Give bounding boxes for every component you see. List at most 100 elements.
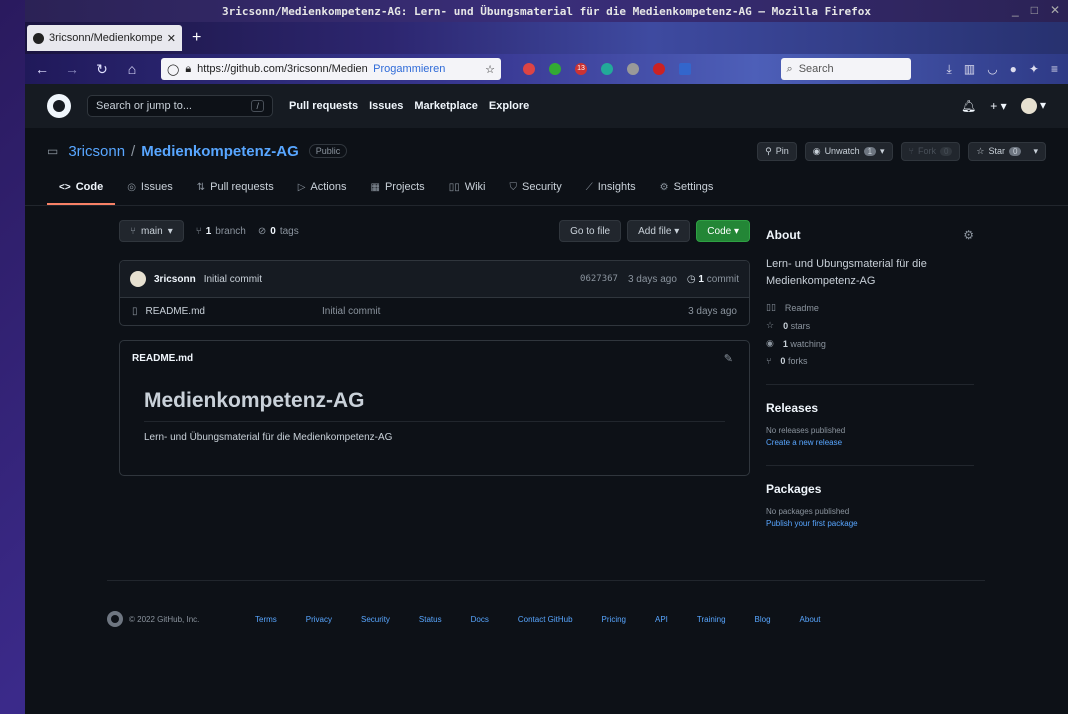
tags-link[interactable]: ⊘ 0 tags (258, 226, 299, 237)
ext-purple-icon[interactable]: ● (1010, 62, 1017, 77)
pocket-icon[interactable]: ◡ (987, 62, 997, 77)
close-window-icon[interactable]: ✕ (1050, 3, 1060, 17)
releases-title[interactable]: Releases (766, 401, 974, 415)
tab-wiki[interactable]: ▯▯ Wiki (437, 181, 498, 205)
table-row: ▯ README.md Initial commit 3 days ago (120, 297, 749, 325)
create-new-icon[interactable]: + ▾ (990, 99, 1006, 113)
eye-icon: ◉ (812, 145, 821, 156)
packages-title[interactable]: Packages (766, 482, 974, 496)
file-name-link[interactable]: README.md (146, 306, 205, 317)
footer-link-contact[interactable]: Contact GitHub (518, 615, 573, 624)
branches-link[interactable]: ⑂ 1 branch (196, 226, 246, 237)
pencil-icon[interactable]: ✎ (724, 352, 733, 365)
github-footer-logo-icon[interactable] (107, 611, 123, 627)
packages-none: No packages published (766, 507, 850, 516)
ext-green-icon[interactable] (549, 63, 561, 75)
bell-icon[interactable]: 🔔︎ (961, 99, 976, 113)
tab-insights[interactable]: ⟋ Insights (574, 181, 648, 205)
pin-button[interactable]: ⚲ Pin (757, 141, 797, 161)
home-icon[interactable]: ⌂ (121, 61, 143, 77)
go-to-file-button[interactable]: Go to file (559, 220, 622, 242)
repo-owner-link[interactable]: 3ricsonn (68, 143, 125, 160)
footer-link-privacy[interactable]: Privacy (306, 615, 332, 624)
search-bar[interactable]: ⌕ Search (780, 58, 911, 80)
footer-link-security[interactable]: Security (361, 615, 390, 624)
footer-link-docs[interactable]: Docs (471, 615, 489, 624)
branch-icon: ⑂ (130, 225, 136, 237)
footer-link-training[interactable]: Training (697, 615, 726, 624)
tab-label: Actions (310, 181, 347, 193)
bookmark-star-icon[interactable]: ☆ (485, 63, 495, 76)
close-tab-icon[interactable]: ✕ (167, 32, 176, 45)
ext-shield-icon[interactable] (653, 63, 665, 75)
unwatch-button[interactable]: ◉ Unwatch 1 ▾ (804, 141, 893, 161)
tab-settings[interactable]: ⚙ Settings (648, 181, 726, 205)
ext-teal-icon[interactable] (601, 63, 613, 75)
footer-link-about[interactable]: About (800, 615, 821, 624)
github-logo-icon[interactable] (47, 94, 71, 118)
star-outline-icon: ☆ (766, 320, 775, 330)
file-commit-message[interactable]: Initial commit (322, 306, 380, 317)
shield-icon[interactable]: ◯ (167, 63, 179, 76)
about-stats: ▯▯ Readme ☆ 0 stars ◉ 1 watching ⑂ 0 for… (766, 302, 974, 366)
ext-grey-icon[interactable] (627, 63, 639, 75)
tab-projects[interactable]: ▦ Projects (358, 181, 436, 205)
stars-link[interactable]: ☆ 0 stars (766, 320, 974, 331)
watching-link[interactable]: ◉ 1 watching (766, 338, 974, 349)
fork-count: 0 (939, 146, 953, 156)
menu-icon[interactable]: ≡ (1051, 62, 1058, 77)
about-settings-gear-icon[interactable]: ⚙ (963, 228, 974, 242)
nav-pull-requests[interactable]: Pull requests (289, 100, 358, 112)
user-menu[interactable]: ▾ (1020, 98, 1046, 114)
commit-sha[interactable]: 0627367 (580, 274, 618, 284)
footer-link-blog[interactable]: Blog (755, 615, 771, 624)
library-icon[interactable]: ▥ (964, 62, 975, 77)
ext-badge-icon[interactable]: 13 (575, 63, 587, 75)
lock-icon[interactable]: 🔒︎ (185, 63, 191, 76)
add-file-button[interactable]: Add file ▾ (627, 220, 691, 242)
nav-marketplace[interactable]: Marketplace (414, 100, 478, 112)
tab-security[interactable]: ⛉ Security (497, 181, 573, 205)
nav-explore[interactable]: Explore (489, 100, 529, 112)
footer-link-status[interactable]: Status (419, 615, 442, 624)
footer-link-api[interactable]: API (655, 615, 668, 624)
stars-count: 0 (783, 320, 789, 331)
create-release-link[interactable]: Create a new release (766, 438, 974, 447)
ext-blue-icon[interactable] (679, 63, 691, 75)
code-button[interactable]: Code ▾ (696, 220, 750, 242)
tab-issues[interactable]: ◎ Issues (115, 181, 185, 205)
github-search-input[interactable]: Search or jump to... / (87, 95, 273, 117)
footer-link-terms[interactable]: Terms (255, 615, 277, 624)
minimize-icon[interactable]: _ (1012, 3, 1019, 17)
ext-red-icon[interactable] (523, 63, 535, 75)
repo-name-link[interactable]: Medienkompetenz-AG (141, 143, 299, 160)
commit-message[interactable]: Initial commit (204, 274, 262, 285)
ext-puzzle-icon[interactable]: ✦ (1029, 62, 1039, 77)
branch-select-button[interactable]: ⑂ main ▾ (119, 220, 184, 242)
publish-package-link[interactable]: Publish your first package (766, 519, 974, 528)
back-icon[interactable]: ← (31, 61, 53, 77)
forks-link[interactable]: ⑂ 0 forks (766, 356, 974, 366)
commit-author[interactable]: 3ricsonn (154, 274, 196, 285)
tab-pull-requests[interactable]: ⇅ Pull requests (185, 181, 286, 205)
commit-count-label: commit (706, 273, 739, 285)
forward-icon[interactable]: → (61, 61, 83, 77)
reload-icon[interactable]: ↻ (91, 61, 113, 78)
nav-issues[interactable]: Issues (369, 100, 403, 112)
fork-button[interactable]: ⑂ Fork 0 (900, 141, 961, 161)
browser-tab[interactable]: 3ricsonn/Medienkompetenz ✕ (27, 25, 182, 51)
star-dropdown-icon[interactable]: ▾ (1033, 146, 1038, 157)
repo-tabs: <> Code ◎ Issues ⇅ Pull requests ▷ Actions ▦… (25, 174, 1068, 206)
maximize-icon[interactable]: □ (1031, 3, 1038, 17)
readme-link[interactable]: ▯▯ Readme (766, 302, 974, 313)
file-actions: Go to file Add file ▾ Code ▾ (559, 220, 750, 242)
history-link[interactable]: ◷ 1 commit (687, 274, 739, 285)
tab-code[interactable]: <> Code (47, 181, 116, 205)
readme-box: README.md ✎ Medienkompetenz-AG Lern- und… (119, 340, 750, 476)
tab-actions[interactable]: ▷ Actions (286, 181, 359, 205)
url-bar[interactable]: ◯ 🔒︎ https://github.com/3ricsonn/Medienk… (161, 58, 501, 80)
footer-link-pricing[interactable]: Pricing (602, 615, 626, 624)
download-icon[interactable]: ⤓ (947, 62, 952, 77)
star-button[interactable]: ☆ Star 0 ▾ (968, 141, 1046, 161)
new-tab-icon[interactable]: + (192, 29, 201, 47)
